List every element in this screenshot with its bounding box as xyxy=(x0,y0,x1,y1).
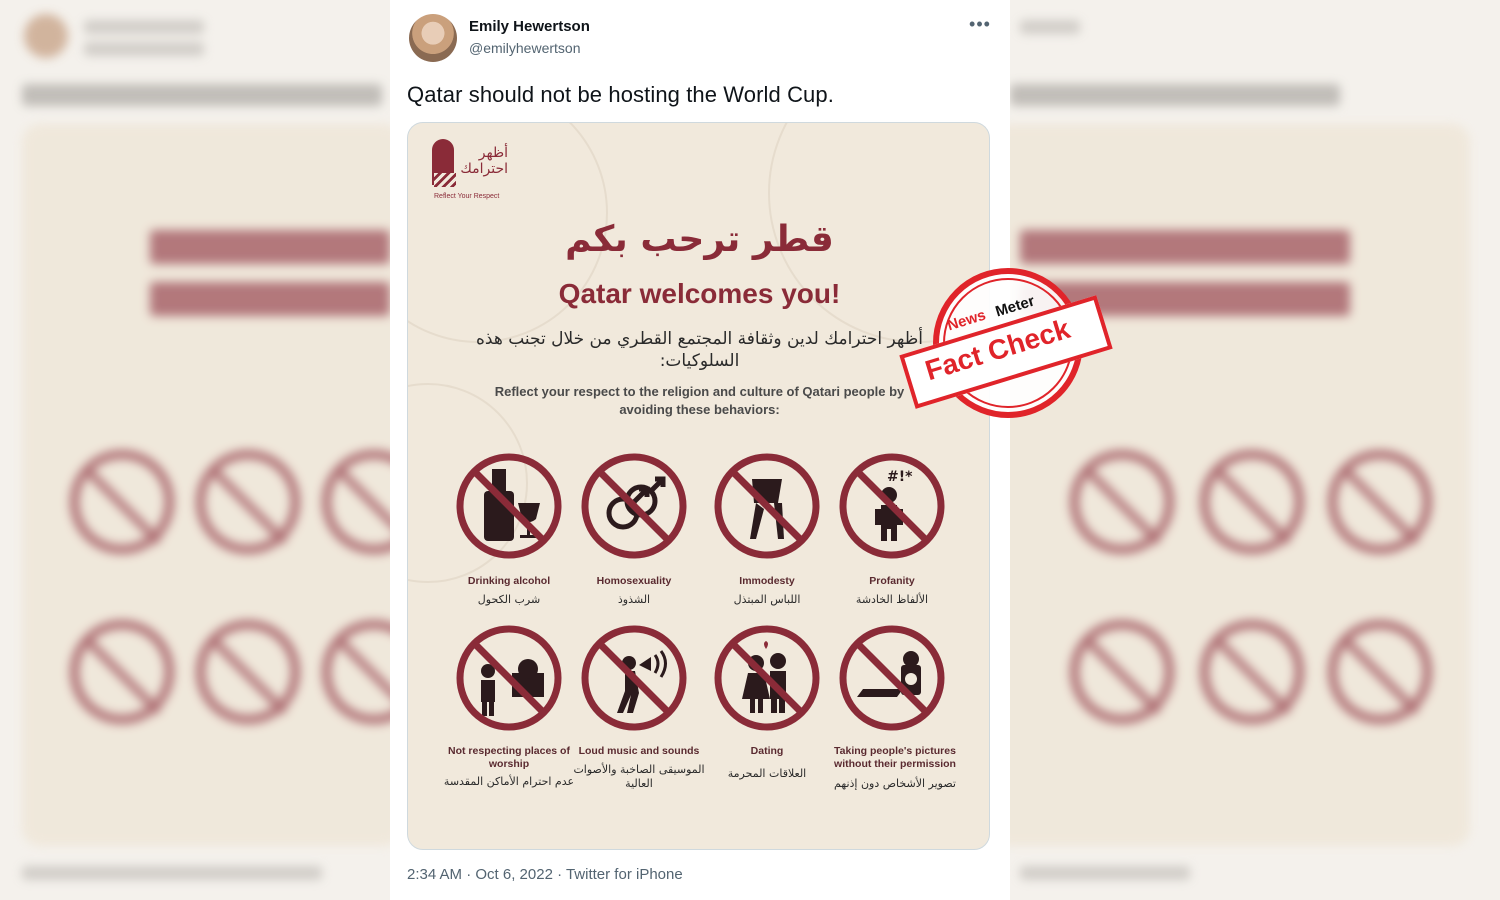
poster-intro-arabic: أظهر احترامك لدين وثقافة المجتمع القطري … xyxy=(476,329,923,371)
tweet-text: Qatar should not be hosting the World Cu… xyxy=(407,82,834,107)
author-name[interactable]: Emily Hewertson xyxy=(469,18,590,35)
sign-arabic-homosexuality: الشذوذ xyxy=(617,593,651,606)
sign-arabic-pictures: تصوير الأشخاص دون إذنهم xyxy=(834,777,956,790)
ellipsis-icon[interactable]: ••• xyxy=(968,15,992,38)
tweet-card: Emily Hewertson @emilyhewertson ••• Qata… xyxy=(390,0,1010,900)
tweet-timestamp[interactable]: 2:34 AM · Oct 6, 2022 · Twitter for iPho… xyxy=(407,866,683,883)
author-handle[interactable]: @emilyhewertson xyxy=(469,40,580,56)
reflect-your-respect-logo: أظهر احترامك Reflect Your Respect xyxy=(432,137,522,203)
no-loud-music-icon xyxy=(579,623,689,733)
no-dating-icon xyxy=(712,623,822,733)
sign-label-pictures: Taking people's pictures without their p… xyxy=(834,745,956,770)
tweet-media-image[interactable]: أظهر احترامك Reflect Your Respect قطر تر… xyxy=(407,122,990,850)
blurred-background-left xyxy=(0,0,390,900)
no-alcohol-icon xyxy=(454,451,564,561)
no-disrespect-worship-icon xyxy=(454,623,564,733)
logo-arabic-text: أظهر احترامك xyxy=(460,145,508,177)
avatar[interactable] xyxy=(409,14,457,62)
no-photos-icon xyxy=(837,623,947,733)
fact-check-stamp: News Meter Fact Check xyxy=(899,268,1113,424)
sign-label-profanity: Profanity xyxy=(869,575,915,587)
blurred-background-right xyxy=(1010,0,1500,900)
poster-title-arabic: قطر ترحب بكم xyxy=(565,219,834,260)
sign-arabic-worship: عدم احترام الأماكن المقدسة xyxy=(443,775,575,788)
poster-intro-english: Reflect your respect to the religion and… xyxy=(494,384,905,417)
logo-english-text: Reflect Your Respect xyxy=(434,193,500,200)
sign-label-worship: Not respecting places of worship xyxy=(448,745,570,770)
sign-label-homosexuality: Homosexuality xyxy=(596,575,672,587)
no-profanity-icon: #!* xyxy=(837,451,947,561)
no-immodesty-icon xyxy=(712,451,822,561)
no-homosexuality-icon xyxy=(579,451,689,561)
svg-text:#!*: #!* xyxy=(887,469,913,485)
sign-arabic-profanity: الألفاظ الخادشة xyxy=(855,593,929,606)
